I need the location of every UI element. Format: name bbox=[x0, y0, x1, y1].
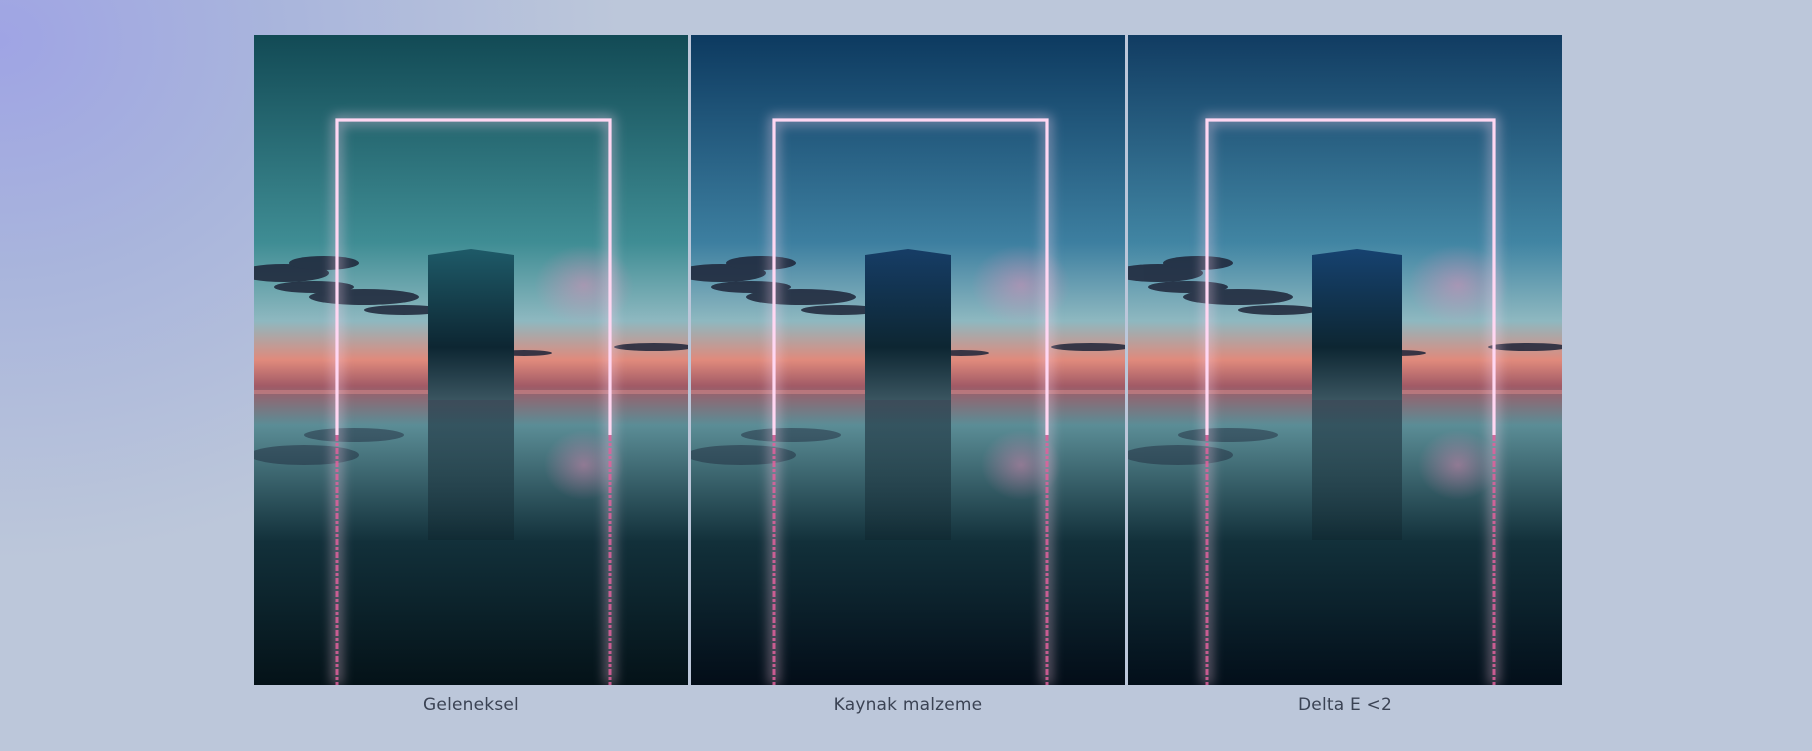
caption-delta-e: Delta E <2 bbox=[1298, 695, 1392, 715]
comparison-image-traditional bbox=[254, 35, 688, 685]
caption-traditional: Geleneksel bbox=[423, 695, 519, 715]
comparison-image-source bbox=[691, 35, 1125, 685]
comparison-image-delta-e bbox=[1128, 35, 1562, 685]
comparison-gallery: Geleneksel Kaynak malzeme Delta E <2 bbox=[254, 35, 1564, 715]
caption-source: Kaynak malzeme bbox=[833, 695, 983, 715]
